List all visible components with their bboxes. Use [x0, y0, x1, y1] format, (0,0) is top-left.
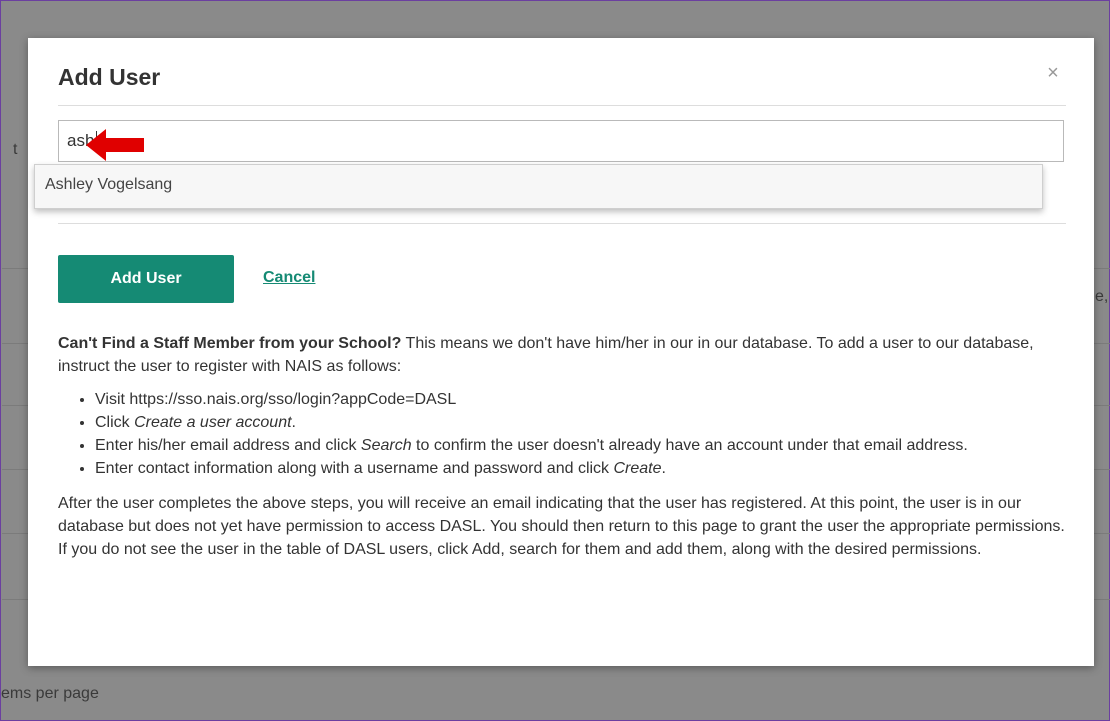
registration-steps: Visit https://sso.nais.org/sso/login?app…	[58, 388, 1068, 480]
step-text: to confirm the user doesn't already have…	[411, 437, 968, 454]
list-item: Enter his/her email address and click Se…	[95, 434, 1068, 457]
step-text: Click	[95, 414, 135, 431]
step-text: Enter contact information along with a u…	[95, 460, 614, 477]
help-after-paragraph: After the user completes the above steps…	[58, 495, 1065, 558]
list-item: Visit https://sso.nais.org/sso/login?app…	[95, 388, 1068, 411]
red-arrow-left-icon	[86, 129, 146, 166]
step-emphasis: Create a user account	[134, 414, 292, 431]
modal-title: Add User	[58, 64, 161, 90]
background-items-per-page-text: ems per page	[1, 685, 99, 702]
close-icon[interactable]: ×	[1044, 63, 1062, 83]
step-text: Enter his/her email address and click	[95, 437, 361, 454]
background-text-fragment: t	[13, 141, 18, 158]
add-user-modal: Add User × Ashley Vogelsang Add User Can…	[28, 38, 1094, 666]
step-emphasis: Search	[360, 437, 412, 454]
list-item: Enter contact information along with a u…	[95, 457, 1068, 480]
step-text: .	[661, 460, 666, 477]
add-user-button[interactable]: Add User	[58, 255, 234, 303]
help-heading: Can't Find a Staff Member from your Scho…	[58, 335, 402, 352]
step-text: .	[291, 414, 296, 431]
divider	[58, 223, 1066, 224]
help-intro-paragraph: Can't Find a Staff Member from your Scho…	[58, 332, 1068, 378]
divider	[58, 105, 1066, 106]
user-search-field[interactable]	[58, 120, 1064, 162]
help-text: Can't Find a Staff Member from your Scho…	[58, 332, 1068, 561]
background-text-fragment: e,	[1095, 288, 1109, 305]
step-emphasis: Create	[613, 460, 662, 477]
autocomplete-dropdown: Ashley Vogelsang	[34, 164, 1043, 209]
list-item: Click Create a user account.	[95, 411, 1068, 434]
cancel-link[interactable]: Cancel	[263, 269, 315, 287]
autocomplete-suggestion[interactable]: Ashley Vogelsang	[35, 165, 1042, 208]
step-text: Visit https://sso.nais.org/sso/login?app…	[95, 391, 457, 408]
